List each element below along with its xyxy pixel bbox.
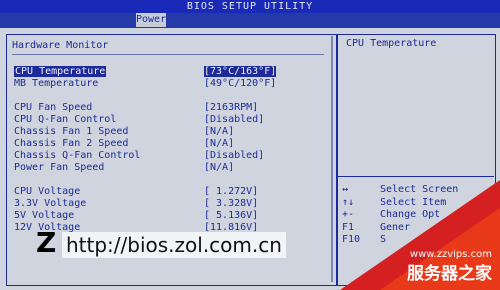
row-value-cpu-voltage: [ 1.272V] bbox=[204, 186, 259, 197]
row-label-power-fan-speed[interactable]: Power Fan Speed bbox=[14, 162, 104, 173]
watermark-site-name: 服务器之家 bbox=[407, 264, 492, 284]
bios-title: BIOS SETUP UTILITY bbox=[186, 1, 314, 12]
row-value-mb-temperature: [49°C/120°F] bbox=[204, 78, 277, 89]
row-value-3v3-voltage: [ 3.328V] bbox=[204, 198, 259, 209]
row-label-cpu-temperature[interactable]: CPU Temperature bbox=[14, 66, 107, 77]
watermark-url: http://bios.zol.com.cn bbox=[62, 232, 286, 258]
tab-bar bbox=[0, 13, 500, 28]
bios-title-bar: BIOS SETUP UTILITY bbox=[0, 0, 500, 13]
tab-power[interactable]: Power bbox=[136, 13, 166, 27]
row-label-5v-voltage[interactable]: 5V Voltage bbox=[14, 210, 74, 221]
help-divider bbox=[337, 176, 494, 177]
row-label-chassis-qfan-control[interactable]: Chassis Q-Fan Control bbox=[14, 150, 140, 161]
row-label-mb-temperature[interactable]: MB Temperature bbox=[14, 78, 98, 89]
watermark-logo: Z bbox=[36, 226, 57, 259]
row-label-3v3-voltage[interactable]: 3.3V Voltage bbox=[14, 198, 86, 209]
row-value-power-fan-speed: [N/A] bbox=[204, 162, 235, 173]
row-value-chassis-qfan-control[interactable]: [Disabled] bbox=[204, 150, 264, 161]
row-label-cpu-qfan-control[interactable]: CPU Q-Fan Control bbox=[14, 114, 116, 125]
row-label-chassis-fan1-speed[interactable]: Chassis Fan 1 Speed bbox=[14, 126, 128, 137]
section-heading: Hardware Monitor bbox=[12, 40, 109, 51]
row-label-cpu-voltage[interactable]: CPU Voltage bbox=[14, 186, 80, 197]
row-value-cpu-fan-speed: [2163RPM] bbox=[204, 102, 259, 113]
row-label-chassis-fan2-speed[interactable]: Chassis Fan 2 Speed bbox=[14, 138, 128, 149]
row-value-5v-voltage: [ 5.136V] bbox=[204, 210, 259, 221]
help-title: CPU Temperature bbox=[346, 38, 437, 49]
row-value-chassis-fan2-speed: [N/A] bbox=[204, 138, 235, 149]
scrollbar[interactable] bbox=[331, 36, 333, 282]
row-value-cpu-qfan-control[interactable]: [Disabled] bbox=[204, 114, 264, 125]
row-label-cpu-fan-speed[interactable]: CPU Fan Speed bbox=[14, 102, 92, 113]
heading-rule bbox=[12, 54, 324, 55]
row-value-chassis-fan1-speed: [N/A] bbox=[204, 126, 235, 137]
row-value-cpu-temperature: [73°C/163°F] bbox=[204, 66, 277, 77]
